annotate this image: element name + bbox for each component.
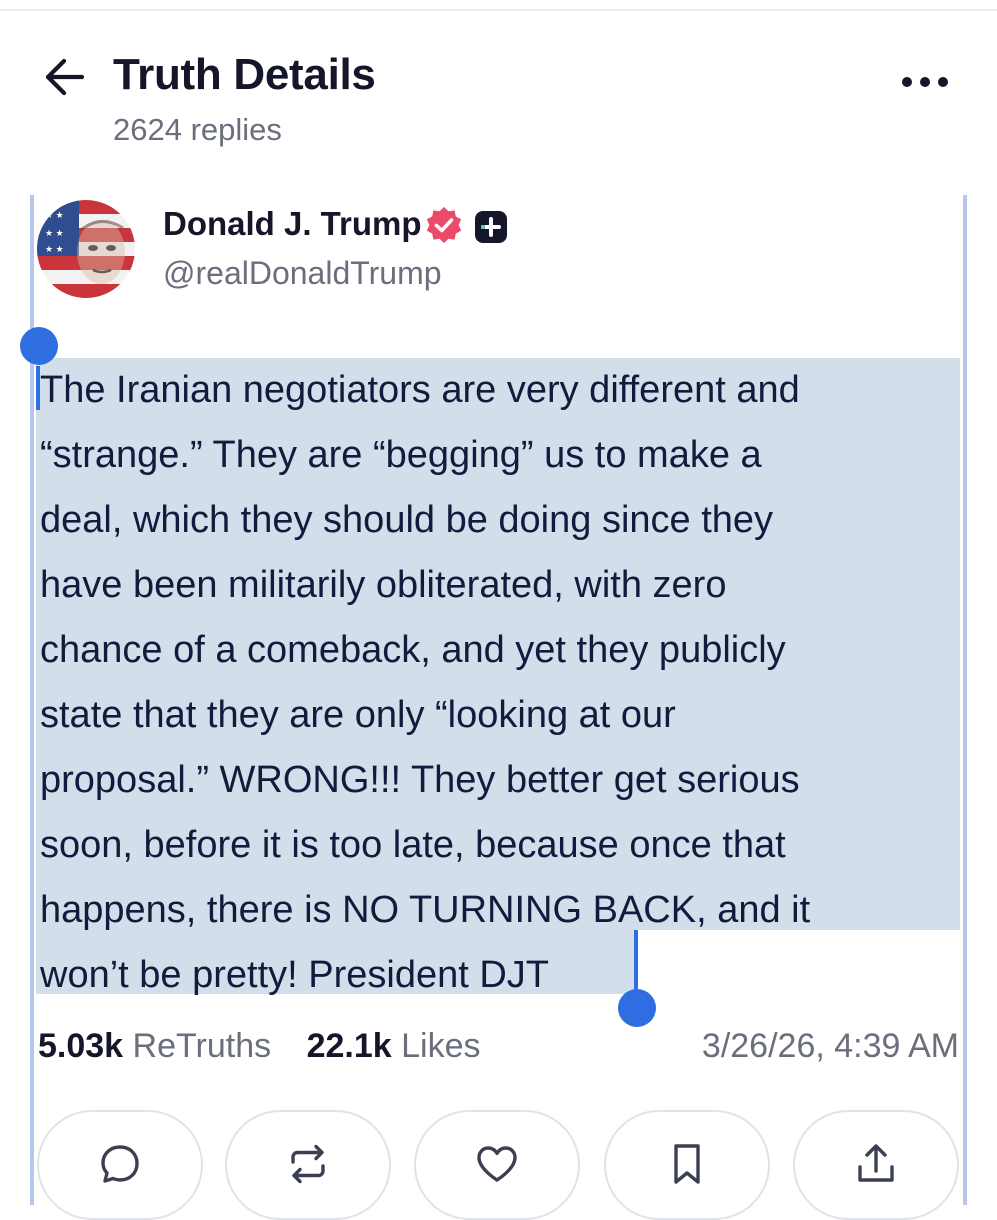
likes-label: Likes <box>401 1027 481 1065</box>
page-title: Truth Details <box>113 50 376 99</box>
plus-badge-icon <box>474 210 508 244</box>
likes-count: 22.1k <box>306 1027 392 1065</box>
post-text-line: deal, which they should be doing since t… <box>40 499 774 541</box>
retruths-count: 5.03k <box>38 1027 124 1065</box>
retruth-button[interactable] <box>225 1110 391 1220</box>
svg-text:★ ★: ★ ★ <box>45 228 64 238</box>
post-text-line: happens, there is NO TURNING BACK, and i… <box>40 889 811 931</box>
likes-stat[interactable]: 22.1k Likes <box>307 1027 481 1066</box>
post-text-line: chance of a comeback, and yet they publi… <box>40 629 786 671</box>
avatar-image: ★ ★ ★ ★ ★ ★ <box>37 200 135 298</box>
more-options-button[interactable] <box>894 60 958 104</box>
selection-end-caret <box>634 930 638 992</box>
post-stats: 5.03k ReTruths 22.1k Likes <box>38 1027 480 1073</box>
post-text-line: soon, before it is too late, because onc… <box>40 824 786 866</box>
more-horizontal-icon <box>902 77 948 87</box>
reply-button[interactable] <box>37 1110 203 1220</box>
avatar[interactable]: ★ ★ ★ ★ ★ ★ <box>37 200 135 298</box>
post-text-line: The Iranian negotiators are very differe… <box>40 369 800 411</box>
share-icon <box>858 1144 894 1182</box>
selection-start-caret <box>36 366 40 410</box>
top-divider <box>0 9 997 11</box>
post-timestamp: 3/26/26, 4:39 AM <box>701 1027 959 1065</box>
svg-text:★ ★: ★ ★ <box>45 244 64 254</box>
post-body: The Iranian negotiators are very differe… <box>40 358 965 1008</box>
like-button[interactable] <box>414 1110 580 1220</box>
author-name[interactable]: Donald J. Trump <box>163 205 422 243</box>
selection-start-handle[interactable] <box>20 327 58 365</box>
retruths-label: ReTruths <box>132 1027 272 1065</box>
post-text-line: have been militarily obliterated, with z… <box>40 564 727 606</box>
post-text-line: state that they are only “looking at our <box>40 694 676 736</box>
bookmark-button[interactable] <box>604 1110 770 1220</box>
author-handle[interactable]: @realDonaldTrump <box>163 255 442 292</box>
repost-icon <box>291 1144 325 1184</box>
heart-icon <box>477 1146 517 1182</box>
retruths-stat[interactable]: 5.03k ReTruths <box>38 1027 271 1066</box>
share-button[interactable] <box>793 1110 959 1220</box>
comment-icon <box>101 1145 139 1183</box>
arrow-left-icon <box>45 58 85 96</box>
post-text-line: “strange.” They are “begging” us to make… <box>40 434 762 476</box>
bookmark-icon <box>674 1144 700 1184</box>
back-button[interactable] <box>40 54 88 100</box>
svg-text:★ ★: ★ ★ <box>45 210 64 220</box>
reply-count: 2624 replies <box>113 112 282 147</box>
selection-end-handle[interactable] <box>618 989 656 1027</box>
verified-badge-icon <box>424 205 464 245</box>
post-text-line: proposal.” WRONG!!! They better get seri… <box>40 759 800 801</box>
post-text-line: won’t be pretty! President DJT <box>40 954 549 996</box>
